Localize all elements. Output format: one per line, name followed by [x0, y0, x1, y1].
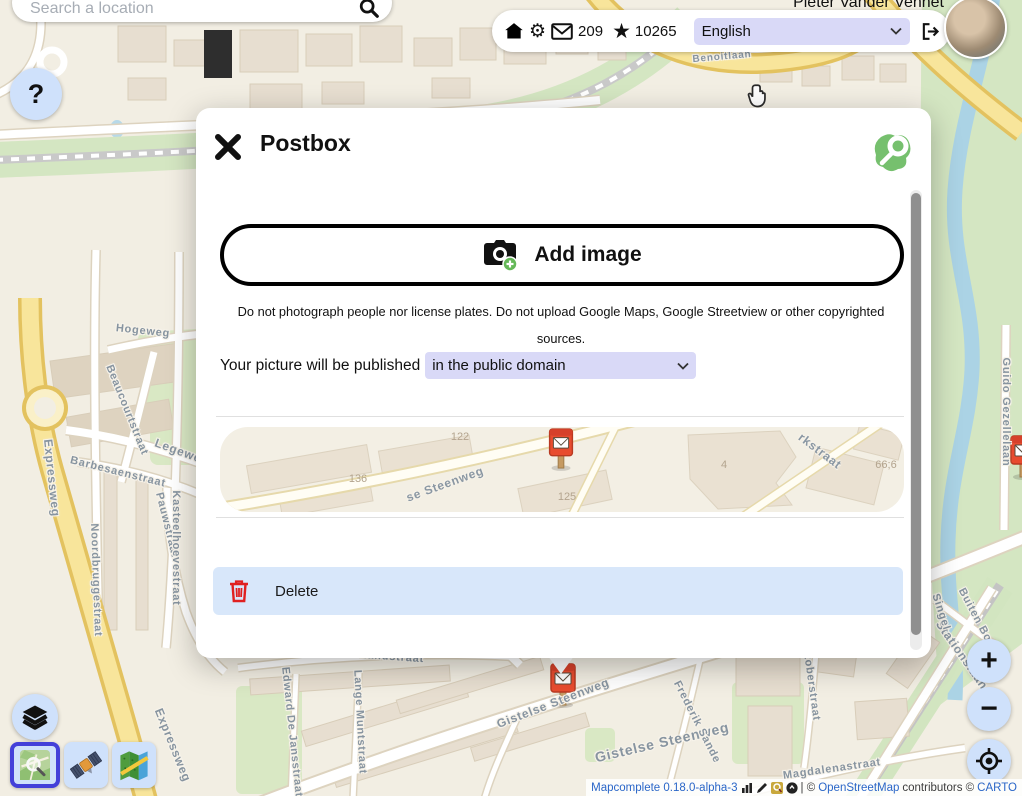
minus-icon: − — [980, 692, 998, 726]
folded-map-icon — [118, 747, 150, 783]
dark-building — [204, 30, 232, 78]
divider — [216, 517, 904, 518]
chevron-down-icon — [677, 362, 689, 370]
theme-button-osm[interactable] — [10, 742, 60, 788]
minimap-label: 125 — [558, 491, 576, 503]
background-layers-button[interactable] — [12, 694, 58, 740]
plus-icon: + — [980, 644, 998, 678]
minimap-label: 136 — [349, 473, 367, 485]
divider — [216, 416, 904, 417]
osm-map-icon — [20, 747, 50, 783]
attribution-contributors: contributors © — [902, 782, 974, 794]
chevron-down-icon — [890, 27, 902, 35]
minimap-label: 4 — [721, 459, 727, 471]
zoom-in-button[interactable]: + — [967, 639, 1011, 683]
pencil-icon[interactable] — [756, 782, 768, 794]
license-row: Your picture will be published in the pu… — [220, 352, 696, 379]
osm-link[interactable]: OpenStreetMap — [818, 782, 899, 794]
crosshair-icon — [975, 747, 1003, 775]
theme-button-mapnik[interactable] — [112, 742, 156, 788]
license-value: in the public domain — [432, 357, 565, 374]
hand-cursor-icon — [746, 82, 772, 108]
theme-button-satellite[interactable] — [64, 742, 108, 788]
mapcomplete-version-link[interactable]: Mapcomplete 0.18.0-alpha-3 — [591, 782, 737, 794]
camera-icon — [482, 238, 520, 272]
add-image-button[interactable]: Add image — [220, 224, 904, 286]
search-bar — [12, 0, 392, 22]
feature-popup: Postbox Add image Do not photograph peop… — [196, 108, 931, 658]
minimap-label: 122 — [451, 431, 469, 443]
mapcomplete-logo-icon — [872, 132, 912, 174]
popup-scrollbar-thumb[interactable] — [911, 193, 921, 635]
messages-button[interactable]: 209 — [551, 23, 603, 40]
home-button[interactable] — [504, 21, 524, 41]
popup-scrollbar — [910, 190, 922, 650]
location-minimap[interactable]: 122 136 125 4 66;6 se Steenweg rkstraat — [220, 427, 904, 512]
minimap-label: rkstraat — [796, 430, 845, 472]
geolocate-button[interactable] — [967, 739, 1011, 783]
gear-icon: ⚙ — [529, 20, 546, 43]
language-value: English — [702, 23, 751, 40]
delete-label: Delete — [275, 583, 318, 600]
attribution-bar: Mapcomplete 0.18.0-alpha-3 | © OpenStree… — [586, 779, 1022, 796]
carto-link[interactable]: CARTO — [977, 782, 1017, 794]
add-image-label: Add image — [534, 243, 641, 267]
image-disclaimer: Do not photograph people nor license pla… — [230, 298, 892, 352]
mail-icon — [551, 23, 573, 40]
message-count: 209 — [578, 23, 603, 40]
close-button[interactable] — [212, 132, 244, 164]
user-toolbar: ⚙ 209 ★ 10265 English — [492, 10, 950, 52]
help-label: ? — [28, 79, 45, 110]
attribution-separator: | © — [801, 782, 816, 794]
dark-circle-icon[interactable] — [786, 782, 798, 794]
logout-button[interactable] — [919, 21, 940, 42]
bar-chart-icon[interactable] — [741, 782, 753, 794]
star-icon: ★ — [612, 19, 631, 44]
trash-icon — [229, 579, 249, 603]
satellite-icon — [70, 747, 102, 783]
stars-button[interactable]: ★ 10265 — [612, 19, 677, 44]
search-input[interactable] — [28, 0, 358, 19]
logout-icon — [919, 21, 940, 42]
language-select[interactable]: English — [694, 18, 910, 45]
help-button[interactable]: ? — [10, 68, 62, 120]
popup-title: Postbox — [260, 130, 351, 157]
delete-button[interactable]: Delete — [213, 567, 903, 615]
osm-logo-icon[interactable] — [771, 782, 783, 794]
license-prefix: Your picture will be published — [220, 357, 420, 375]
home-icon — [504, 21, 524, 41]
star-count: 10265 — [635, 23, 677, 40]
settings-button[interactable]: ⚙ — [529, 20, 546, 43]
minimap-label: se Steenweg — [404, 463, 485, 504]
app-window: Dirk MartensstraatBenoitlaanHogewegBeauc… — [0, 0, 1022, 796]
close-icon — [214, 133, 242, 161]
license-select[interactable]: in the public domain — [425, 352, 696, 379]
layers-icon — [21, 702, 49, 732]
zoom-out-button[interactable]: − — [967, 687, 1011, 731]
search-icon[interactable] — [358, 0, 380, 19]
minimap-label: 66;6 — [875, 459, 896, 471]
